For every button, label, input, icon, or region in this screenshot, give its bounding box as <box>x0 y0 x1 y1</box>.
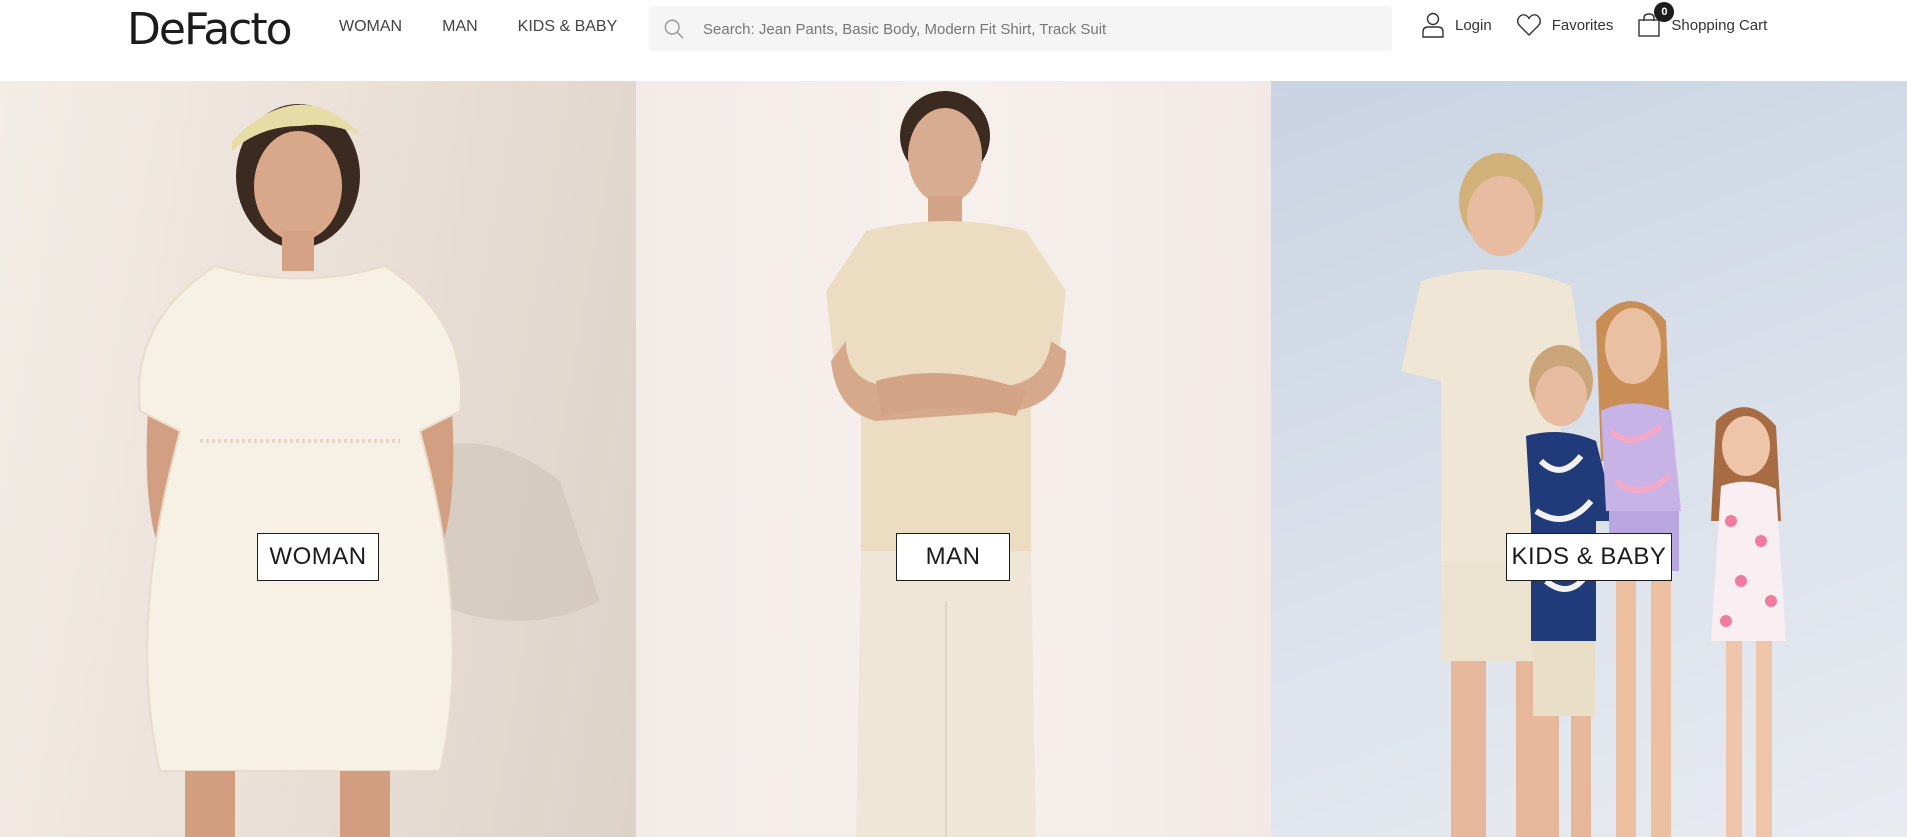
category-panel-kids-baby[interactable]: KIDS & BABY <box>1271 81 1907 837</box>
search-icon[interactable] <box>663 18 685 40</box>
search-input[interactable] <box>701 6 1385 53</box>
heart-icon <box>1516 14 1541 36</box>
site-header: DeFacto WOMAN MAN KIDS & BABY Login Favo… <box>0 0 1907 81</box>
category-panel-man[interactable]: MAN <box>636 81 1271 837</box>
shopping-cart-button[interactable]: 0 Shopping Cart <box>1637 2 1768 38</box>
search-bar <box>649 6 1392 53</box>
favorites-label: Favorites <box>1551 16 1614 34</box>
category-label-woman[interactable]: WOMAN <box>257 533 379 581</box>
nav-man[interactable]: MAN <box>442 18 478 36</box>
defacto-logo[interactable]: DeFacto <box>127 4 293 55</box>
category-panel-woman[interactable]: WOMAN <box>0 81 636 837</box>
nav-kids-baby[interactable]: KIDS & BABY <box>518 18 618 36</box>
woman-model-image <box>138 104 600 837</box>
shopping-cart-label: Shopping Cart <box>1671 16 1768 34</box>
favorites-button[interactable]: Favorites <box>1516 13 1614 37</box>
category-label-kids-baby[interactable]: KIDS & BABY <box>1506 533 1672 581</box>
category-label-man[interactable]: MAN <box>896 533 1010 581</box>
nav-woman[interactable]: WOMAN <box>339 18 402 36</box>
login-label: Login <box>1455 16 1492 34</box>
user-icon <box>1422 12 1444 38</box>
man-model-image <box>826 91 1066 837</box>
main-nav: WOMAN MAN KIDS & BABY <box>339 18 617 36</box>
header-actions: Login Favorites 0 Shopping Cart <box>1421 2 1791 38</box>
kids-models-image <box>1401 153 1786 837</box>
category-panels: WOMAN MAN KIDS & BABY <box>0 81 1907 837</box>
login-button[interactable]: Login <box>1421 12 1492 38</box>
